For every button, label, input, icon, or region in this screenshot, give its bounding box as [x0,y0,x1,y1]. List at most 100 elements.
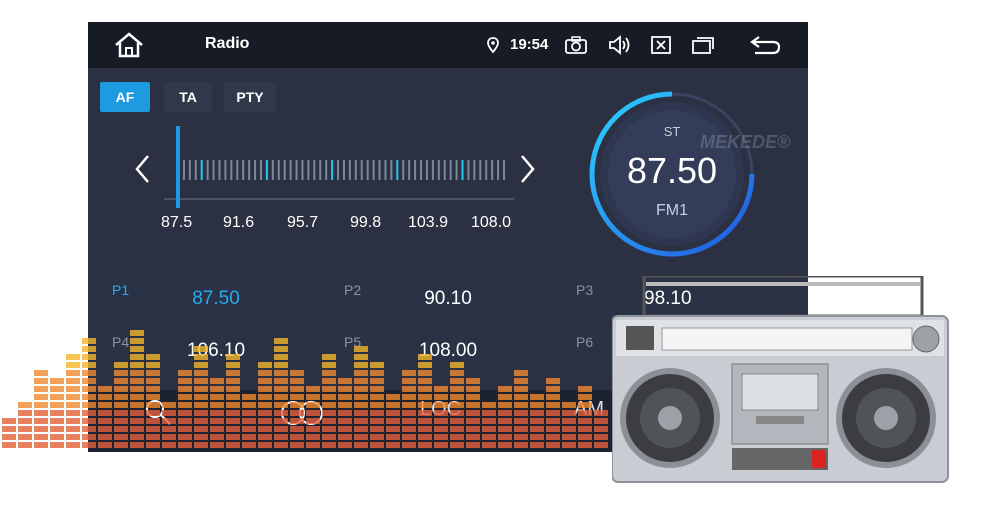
tuner-tick [348,160,351,180]
equalizer-segment [306,386,320,392]
tuner-tick [449,160,452,180]
equalizer-segment [450,394,464,400]
equalizer-segment [274,362,288,368]
equalizer-segment [482,434,496,440]
equalizer-segment [34,442,48,448]
equalizer-segment [482,410,496,416]
equalizer-segment [82,394,96,400]
ta-button[interactable]: TA [164,82,212,112]
equalizer-segment [338,386,352,392]
equalizer-segment [146,378,160,384]
tuner-tick [384,160,387,180]
equalizer-segment [98,434,112,440]
equalizer-segment [130,394,144,400]
equalizer-segment [258,442,272,448]
equalizer-segment [194,434,208,440]
equalizer-segment [66,394,80,400]
equalizer-segment [450,362,464,368]
equalizer-segment [82,426,96,432]
equalizer-segment [210,410,224,416]
tuner-tick [473,160,476,180]
equalizer-segment [418,426,432,432]
equalizer-segment [530,394,544,400]
volume-icon[interactable] [608,32,632,58]
equalizer-segment [338,442,352,448]
scale-label: 99.8 [350,214,382,231]
tuner-tick [485,160,488,180]
equalizer-segment [146,426,160,432]
equalizer-segment [210,434,224,440]
equalizer-segment [450,426,464,432]
scale-label: 87.5 [161,214,193,231]
equalizer-segment [306,394,320,400]
equalizer-segment [130,338,144,344]
equalizer-segment [434,434,448,440]
tuner-tick [325,160,328,180]
equalizer-segment [82,378,96,384]
equalizer-segment [322,378,336,384]
tuner-tick [396,160,399,180]
equalizer-segment [82,434,96,440]
equalizer-segment [82,442,96,448]
equalizer-segment [50,394,64,400]
equalizer-segment [306,418,320,424]
equalizer-segment [34,394,48,400]
equalizer-segment [498,394,512,400]
equalizer-segment [274,354,288,360]
equalizer-segment [50,434,64,440]
equalizer-segment [370,434,384,440]
equalizer-segment [130,370,144,376]
equalizer-segment [82,338,96,344]
tuner-tick [414,160,417,180]
equalizer-segment [210,442,224,448]
equalizer-segment [354,370,368,376]
tuner-needle[interactable] [176,126,180,208]
equalizer-segment [450,378,464,384]
equalizer-segment [82,370,96,376]
tuner-tick [337,160,340,180]
tuner-scale[interactable] [164,122,514,218]
equalizer-segment [466,386,480,392]
equalizer-segment [130,346,144,352]
tuner-tick [283,160,286,180]
equalizer-segment [114,362,128,368]
equalizer-segment [194,442,208,448]
equalizer-segment [114,418,128,424]
equalizer-segment [290,394,304,400]
tuner-tick [497,160,500,180]
tuner-tick [212,160,215,180]
equalizer-segment [82,362,96,368]
equalizer-segment [194,418,208,424]
tuner-tick [289,160,292,180]
tuner-tick [503,160,505,180]
equalizer-segment [434,394,448,400]
equalizer-segment [34,418,48,424]
next-arrow-icon[interactable] [516,152,538,186]
pty-button[interactable]: PTY [224,82,276,112]
close-box-icon[interactable] [650,32,672,58]
equalizer-segment [546,426,560,432]
back-icon[interactable] [748,32,782,58]
equalizer-segment [514,402,528,408]
equalizer-segment [66,370,80,376]
equalizer-segment [338,418,352,424]
equalizer-segment [418,402,432,408]
equalizer-segment [274,442,288,448]
home-icon[interactable] [112,32,146,58]
camera-icon[interactable] [564,32,588,58]
prev-arrow-icon[interactable] [132,152,154,186]
equalizer-segment [530,418,544,424]
equalizer-segment [274,418,288,424]
window-icon[interactable] [690,32,716,58]
af-button[interactable]: AF [100,82,150,112]
equalizer-segment [34,434,48,440]
tuner-tick [420,160,423,180]
equalizer-segment [370,362,384,368]
equalizer-segment [562,410,576,416]
tuner-tick [265,160,268,180]
equalizer-segment [242,418,256,424]
equalizer-segment [162,410,176,416]
equalizer-segment [66,442,80,448]
page-title: Radio [205,35,250,52]
band-indicator: FM1 [656,202,688,219]
